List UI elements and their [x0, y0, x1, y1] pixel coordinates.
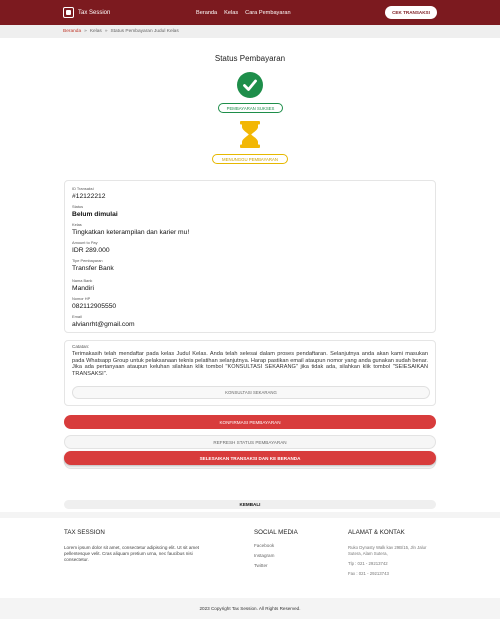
footer-about-text: Lorem ipsum dolor sit amet, consectetur … [64, 545, 200, 562]
nav-link-cara-pembayaran[interactable]: Cara Pembayaran [245, 10, 290, 16]
page-title: Status Pembayaran [214, 54, 286, 63]
field-label: Amount to Pay [72, 240, 98, 245]
footer-fax: Fax : 021 - 29213743 [348, 571, 389, 576]
transaction-info-card: ID Transaksi #12122212 Status Belum dimu… [64, 180, 436, 333]
field-label: Tipe Pembayaran [72, 258, 103, 263]
field-transaction-id: ID Transaksi #12122212 [72, 186, 105, 200]
brand-name: Tax Session [78, 9, 111, 16]
breadcrumb-kelas[interactable]: Kelas [90, 29, 102, 34]
field-label: Nomor HP [72, 296, 91, 301]
field-label: Status [72, 204, 84, 209]
note-text: Terimakasih telah mendaftar pada kelas J… [72, 351, 428, 378]
field-status: Status Belum dimulai [72, 204, 118, 218]
field-label: ID Transaksi [72, 186, 94, 191]
payment-type-value: Transfer Bank [72, 264, 114, 272]
footer-contact-heading: ALAMAT & KONTAK [348, 529, 405, 536]
nav-link-kelas[interactable]: Kelas [224, 10, 238, 16]
note-title: Catatan: [72, 344, 90, 349]
field-class: Kelas Tingkatkan keterampilan dan karier… [72, 222, 189, 236]
section-divider [0, 512, 500, 518]
consult-now-button[interactable]: KONSULTASI SEKARANG [72, 386, 430, 399]
check-transaction-button[interactable]: CEK TRANSAKSI [385, 6, 437, 19]
hourglass-icon [238, 121, 262, 148]
footer-address: Ruko Dynasty Walk kav 29B/15, Jln Jalur … [348, 545, 427, 556]
field-email: Email alvianrht@gmail.com [72, 314, 135, 328]
footer-social-heading: SOCIAL MEDIA [254, 529, 298, 536]
breadcrumb-home[interactable]: Beranda [63, 29, 81, 34]
footer-about-heading: TAX SESSION [64, 529, 105, 536]
field-label: Kelas [72, 222, 82, 227]
status-value: Belum dimulai [72, 210, 118, 218]
payment-success-badge: PEMBAYARAN SUKSES [218, 103, 283, 113]
transaction-id-value: #12122212 [72, 192, 106, 200]
footer-link-facebook[interactable]: Facebook [254, 541, 334, 551]
breadcrumb-current: Status Pembayaran Judul Kelas [110, 29, 179, 34]
amount-value: IDR 289.000 [72, 246, 110, 254]
footer-link-instagram[interactable]: Instagram [254, 551, 334, 561]
footer-about: TAX SESSION Lorem ipsum dolor sit amet, … [64, 529, 204, 563]
field-amount: Amount to Pay IDR 289.000 [72, 240, 110, 254]
email-value: alvianrht@gmail.com [72, 320, 135, 328]
breadcrumb-separator: » [104, 29, 108, 34]
confirm-payment-button[interactable]: KONFIRMASI PEMBAYARAN [64, 415, 436, 429]
navbar: Tax Session Beranda Kelas Cara Pembayara… [0, 0, 500, 25]
note-card: Catatan: Terimakasih telah mendaftar pad… [64, 340, 436, 406]
refresh-status-button[interactable]: REFRESH STATUS PEMBAYARAN [64, 435, 436, 449]
field-label: Nama Bank [72, 278, 93, 283]
footer-copyright: 2023 Copyright Tax Session. All Rights R… [0, 598, 500, 619]
footer-social: SOCIAL MEDIA Facebook Instagram Twitter [254, 529, 334, 571]
nav-links: Beranda Kelas Cara Pembayaran [196, 0, 291, 25]
breadcrumb: Beranda » Kelas » Status Pembayaran Judu… [0, 25, 500, 38]
nav-link-beranda[interactable]: Beranda [196, 10, 217, 16]
brand-logo-icon [63, 7, 74, 18]
success-check-icon [237, 72, 263, 98]
field-payment-type: Tipe Pembayaran Transfer Bank [72, 258, 114, 272]
footer-phone: Tlp : 021 - 29213742 [348, 561, 388, 566]
bank-value: Mandiri [72, 284, 94, 292]
field-phone: Nomor HP 082112905550 [72, 296, 116, 310]
class-value: Tingkatkan keterampilan dan karier mu! [72, 228, 190, 236]
back-button[interactable]: KEMBALI [64, 500, 436, 509]
phone-value: 082112905550 [72, 302, 117, 310]
breadcrumb-separator: » [84, 29, 87, 34]
finish-transaction-button[interactable]: SELESAIKAN TRANSAKSI DAN KE BERANDA [64, 451, 436, 465]
footer-link-twitter[interactable]: Twitter [254, 561, 334, 571]
footer-contact: ALAMAT & KONTAK Ruko Dynasty Walk kav 29… [348, 529, 438, 577]
payment-pending-badge: MENUNGGU PEMBAYARAN [212, 154, 288, 164]
brand[interactable]: Tax Session [63, 7, 110, 18]
field-bank: Nama Bank Mandiri [72, 278, 94, 292]
field-label: Email [72, 314, 82, 319]
